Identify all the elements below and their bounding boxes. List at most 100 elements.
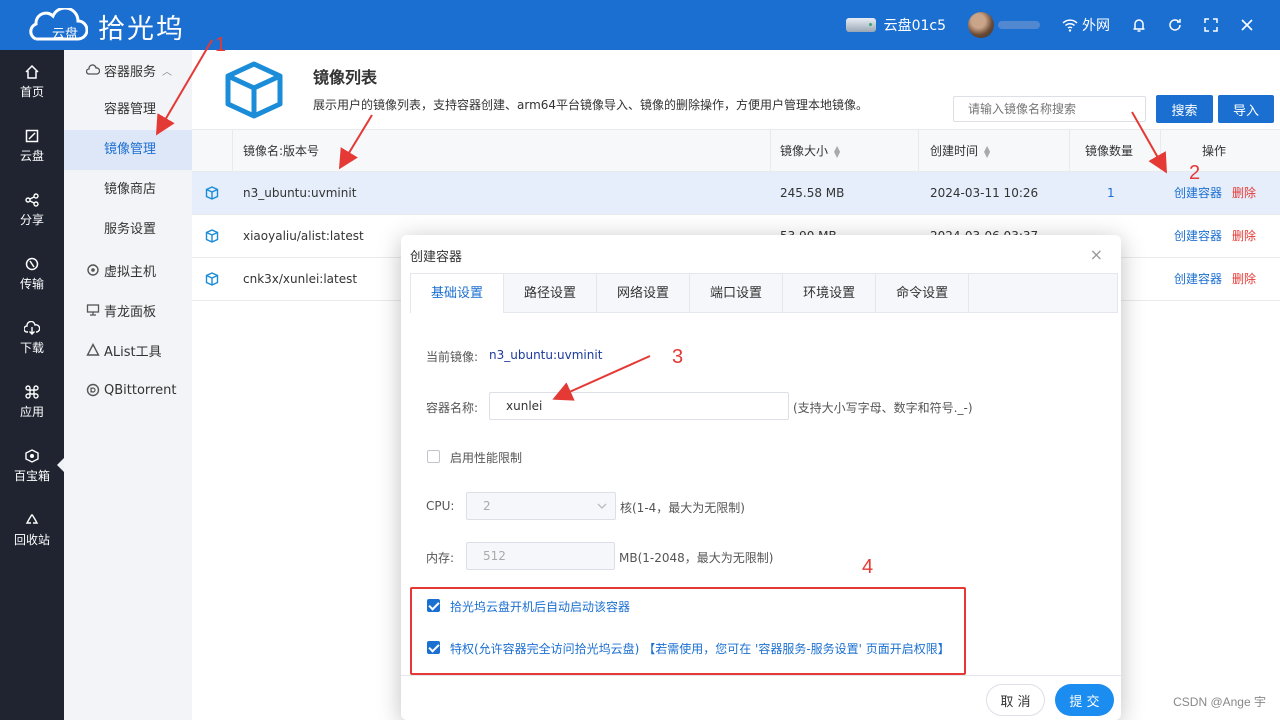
container-name-input[interactable] bbox=[489, 392, 789, 420]
submit-button[interactable]: 提 交 bbox=[1055, 684, 1114, 716]
subnav-group-container-service[interactable]: 容器服务 ︿ bbox=[64, 50, 192, 90]
nav-item-recycle[interactable]: 回收站 bbox=[0, 498, 64, 562]
nav-item-apps[interactable]: 应用 bbox=[0, 370, 64, 434]
box-icon bbox=[225, 61, 283, 119]
subnav-group-alist[interactable]: AList工具 bbox=[64, 330, 192, 370]
memory-input[interactable] bbox=[466, 542, 615, 570]
tab-port[interactable]: 端口设置 bbox=[690, 274, 784, 313]
tab-command[interactable]: 命令设置 bbox=[876, 274, 970, 313]
nav-item-disk[interactable]: 云盘 bbox=[0, 114, 64, 178]
memory-label: 内存: bbox=[426, 551, 455, 565]
create-container-link[interactable]: 创建容器 bbox=[1174, 258, 1222, 300]
container-name-label: 容器名称: bbox=[426, 401, 479, 415]
page-description: 展示用户的镜像列表，支持容器创建、arm64平台镜像导入、镜像的删除操作，方便用… bbox=[313, 98, 869, 112]
home-icon bbox=[25, 64, 39, 79]
column-name[interactable]: 镜像名:版本号 bbox=[243, 130, 319, 172]
dialog-footer: 取 消 提 交 bbox=[401, 675, 1121, 720]
toolbox-icon bbox=[25, 448, 39, 463]
subnav-group-qbittorrent[interactable]: QBittorrent bbox=[64, 370, 192, 410]
svg-text:云盘: 云盘 bbox=[52, 26, 78, 42]
delete-link[interactable]: 删除 bbox=[1232, 172, 1256, 214]
wifi-icon bbox=[1062, 19, 1078, 32]
nav-item-label: 分享 bbox=[19, 212, 44, 227]
nav-item-label: 回收站 bbox=[13, 532, 50, 547]
table-header: 镜像名:版本号 镜像大小 ▲ ▼ 创建时间 ▲ ▼ 镜像数量 操作 bbox=[192, 129, 1280, 172]
download-icon bbox=[24, 320, 40, 335]
current-image-label: 当前镜像: bbox=[426, 350, 479, 364]
search-input[interactable] bbox=[953, 96, 1146, 122]
image-created: 2024-03-11 10:26 bbox=[930, 186, 1039, 200]
subnav-group-qinglong[interactable]: 青龙面板 bbox=[64, 290, 192, 330]
alist-icon bbox=[86, 343, 100, 356]
cpu-select[interactable]: 2 bbox=[466, 492, 616, 520]
cpu-label: CPU: bbox=[426, 499, 455, 513]
annotation-box bbox=[410, 587, 966, 675]
nav-item-toolbox[interactable]: 百宝箱 bbox=[0, 434, 64, 498]
image-size: 245.58 MB bbox=[780, 186, 845, 200]
chevron-down-icon bbox=[597, 503, 607, 509]
disk-selector[interactable]: 云盘01c5 bbox=[845, 15, 946, 35]
subnav-item-service-settings[interactable]: 服务设置 bbox=[64, 210, 192, 250]
nav-item-share[interactable]: 分享 bbox=[0, 178, 64, 242]
sort-icon[interactable]: ▲ ▼ bbox=[984, 144, 990, 158]
fullscreen-icon[interactable] bbox=[1202, 16, 1220, 34]
cloud-icon bbox=[86, 64, 100, 75]
image-cube-icon bbox=[205, 229, 219, 243]
bell-icon[interactable] bbox=[1130, 16, 1148, 34]
share-icon bbox=[25, 192, 39, 207]
dialog-tabs: 基础设置 路径设置 网络设置 端口设置 环境设置 命令设置 bbox=[410, 273, 1118, 313]
subnav-group-label: 容器服务 bbox=[104, 64, 157, 80]
nav-item-label: 下载 bbox=[19, 340, 44, 355]
refresh-icon[interactable] bbox=[1166, 16, 1184, 34]
tab-basic[interactable]: 基础设置 bbox=[411, 274, 505, 313]
image-count: 1 bbox=[1107, 186, 1115, 200]
create-container-link[interactable]: 创建容器 bbox=[1174, 215, 1222, 257]
network-status[interactable]: 外网 bbox=[1062, 15, 1110, 35]
nav-item-label: 百宝箱 bbox=[13, 468, 50, 483]
annotation-number: 3 bbox=[672, 346, 684, 368]
table-row[interactable]: n3_ubuntu:uvminit 245.58 MB 2024-03-11 1… bbox=[192, 172, 1280, 215]
subnav-item-container-manage[interactable]: 容器管理 bbox=[64, 90, 192, 130]
watermark: CSDN @Ange 宇 bbox=[1173, 695, 1266, 709]
disk-name: 云盘01c5 bbox=[883, 18, 946, 34]
tab-env[interactable]: 环境设置 bbox=[783, 274, 877, 313]
subnav-group-label: QBittorrent bbox=[104, 382, 177, 398]
image-cube-icon bbox=[205, 272, 219, 286]
nav-item-label: 传输 bbox=[19, 276, 44, 291]
import-button[interactable]: 导入 bbox=[1218, 95, 1274, 123]
subnav-item-image-manage[interactable]: 镜像管理 bbox=[64, 130, 192, 170]
apps-icon bbox=[25, 384, 39, 399]
tab-network[interactable]: 网络设置 bbox=[597, 274, 691, 313]
app-logo[interactable]: 云盘 拾光坞 bbox=[22, 6, 185, 46]
cancel-button[interactable]: 取 消 bbox=[986, 684, 1045, 716]
close-icon[interactable] bbox=[1238, 16, 1256, 34]
perf-limit-checkbox[interactable] bbox=[427, 450, 440, 463]
image-cube-icon bbox=[205, 186, 219, 200]
recycle-icon bbox=[25, 513, 39, 524]
panel-icon bbox=[86, 304, 100, 316]
subnav-item-image-store[interactable]: 镜像商店 bbox=[64, 170, 192, 210]
image-name: xiaoyaliu/alist:latest bbox=[243, 229, 364, 243]
search-button[interactable]: 搜索 bbox=[1156, 95, 1213, 123]
annotation-number: 2 bbox=[1189, 162, 1201, 184]
sort-icon[interactable]: ▲ ▼ bbox=[834, 144, 840, 158]
nav-item-download[interactable]: 下载 bbox=[0, 306, 64, 370]
qbittorrent-icon bbox=[86, 383, 100, 397]
top-bar: 云盘 拾光坞 云盘01c5 外网 bbox=[0, 0, 1280, 50]
secondary-nav: 容器服务 ︿ 容器管理 镜像管理 镜像商店 服务设置 虚拟主机 青龙面板 ALi… bbox=[64, 50, 192, 720]
subnav-group-vm[interactable]: 虚拟主机 bbox=[64, 250, 192, 290]
nav-item-transfer[interactable]: 传输 bbox=[0, 242, 64, 306]
delete-link[interactable]: 删除 bbox=[1232, 215, 1256, 257]
image-name: n3_ubuntu:uvminit bbox=[243, 186, 357, 200]
tab-path[interactable]: 路径设置 bbox=[504, 274, 598, 313]
column-created[interactable]: 创建时间 ▲ ▼ bbox=[930, 130, 990, 172]
close-icon[interactable]: × bbox=[1090, 245, 1103, 264]
nav-item-label: 应用 bbox=[19, 404, 44, 419]
nav-item-home[interactable]: 首页 bbox=[0, 50, 64, 114]
avatar[interactable] bbox=[968, 12, 994, 38]
user-name-blurred bbox=[998, 21, 1040, 29]
dialog-title: 创建容器 bbox=[410, 250, 463, 265]
cloud-logo-icon: 云盘 bbox=[29, 8, 88, 42]
delete-link[interactable]: 删除 bbox=[1232, 258, 1256, 300]
column-size[interactable]: 镜像大小 ▲ ▼ bbox=[780, 130, 840, 172]
